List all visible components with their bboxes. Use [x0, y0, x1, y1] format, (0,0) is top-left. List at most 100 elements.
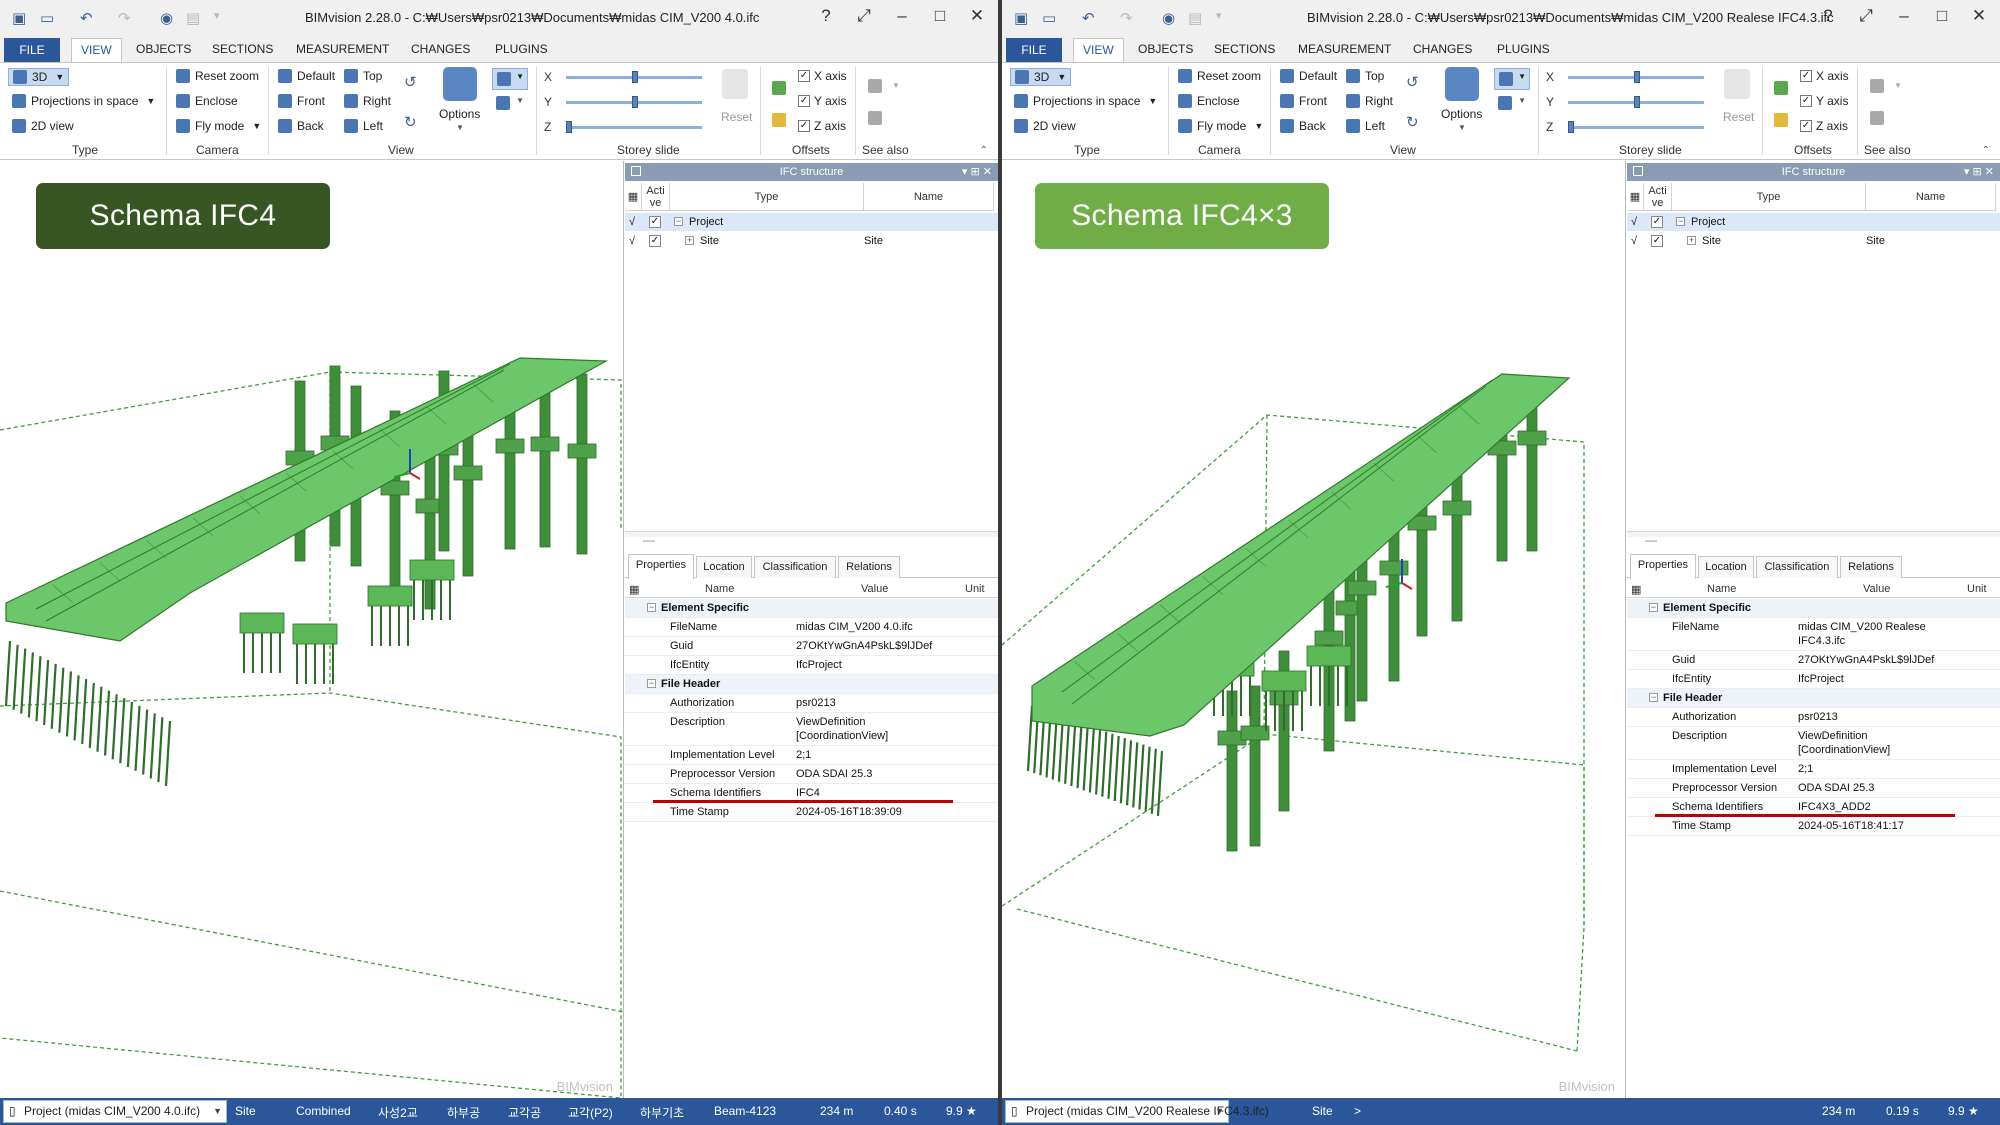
status-item[interactable]: Site	[1312, 1104, 1333, 1118]
customize-icon[interactable]: ▾	[1216, 9, 1222, 22]
y-axis-checkbox[interactable]: ✓ Y axis	[1800, 94, 1848, 108]
active-checkbox[interactable]: ✓	[1651, 235, 1663, 247]
3d-viewport[interactable]: Schema IFC4×3 BIMvision	[1002, 161, 1626, 1098]
enclose-button[interactable]: Enclose	[1178, 94, 1240, 108]
tab-objects[interactable]: OBJECTS	[136, 42, 191, 56]
property-row[interactable]: Guid 27OKtYwGnA4PskL$9lJDef	[625, 637, 998, 656]
x-axis-checkbox[interactable]: ✓ X axis	[798, 69, 847, 83]
default-view-button[interactable]: Default	[278, 69, 335, 83]
collapse-section-icon[interactable]: −	[1649, 603, 1658, 612]
open-icon[interactable]: ▭	[40, 9, 54, 27]
undo-icon[interactable]: ↶	[80, 9, 93, 27]
status-item[interactable]: 0.19 s	[1886, 1104, 1919, 1118]
x-axis-checkbox[interactable]: ✓ X axis	[1800, 69, 1849, 83]
storey-slider-y-thumb[interactable]	[632, 96, 638, 108]
property-section[interactable]: − File Header	[1627, 689, 2000, 708]
tab-location[interactable]: Location	[1698, 556, 1754, 578]
property-row[interactable]: IfcEntity IfcProject	[1627, 670, 2000, 689]
col-type[interactable]: Type	[670, 183, 864, 211]
options-gear-icon[interactable]	[1445, 67, 1479, 101]
visible-tick-icon[interactable]: √	[629, 232, 635, 250]
maximize-icon[interactable]: □	[1931, 6, 1953, 26]
collapse-section-icon[interactable]: −	[1649, 693, 1658, 702]
2d-view-button[interactable]: 2D view	[12, 119, 74, 133]
property-row[interactable]: Implementation Level 2;1	[1627, 760, 2000, 779]
collapse-tree-icon[interactable]: −	[674, 217, 683, 226]
enclose-button[interactable]: Enclose	[176, 94, 238, 108]
front-view-button[interactable]: Front	[1280, 94, 1327, 108]
options-label[interactable]: Options	[1441, 107, 1482, 121]
collapse-section-icon[interactable]: −	[647, 603, 656, 612]
property-row[interactable]: Guid 27OKtYwGnA4PskL$9lJDef	[1627, 651, 2000, 670]
options-gear-icon[interactable]	[443, 67, 477, 101]
z-axis-checkbox[interactable]: ✓ Z axis	[1800, 119, 1848, 133]
customize-icon[interactable]: ▾	[214, 9, 220, 22]
open-icon[interactable]: ▭	[1042, 9, 1056, 27]
property-row[interactable]: FileName midas CIM_V200 4.0.ifc	[625, 618, 998, 637]
left-view-button[interactable]: Left	[344, 119, 383, 133]
visible-tick-icon[interactable]: √	[1631, 213, 1637, 231]
prop-col-name[interactable]: Name	[1707, 583, 1736, 595]
map-button[interactable]: ▼	[496, 93, 526, 113]
storey-slider-x-thumb[interactable]	[632, 71, 638, 83]
tab-properties[interactable]: Properties	[1630, 554, 1696, 579]
print-icon[interactable]: ▤	[1188, 9, 1202, 27]
tab-plugins[interactable]: PLUGINS	[1497, 42, 1550, 56]
left-view-button[interactable]: Left	[1346, 119, 1385, 133]
back-view-button[interactable]: Back	[1280, 119, 1326, 133]
panel-controls-icon[interactable]: ▾ ⊞ ✕	[1964, 163, 1994, 181]
project-selector[interactable]: ▯ Project (midas CIM_V200 4.0.ifc) ▼	[3, 1100, 227, 1123]
tree-options-icon[interactable]: ▦	[1627, 183, 1644, 211]
right-view-button[interactable]: Right	[344, 94, 391, 108]
panel-splitter[interactable]	[625, 531, 998, 537]
status-item[interactable]: 9.9 ★	[946, 1104, 977, 1118]
render-mode-button[interactable]: ▼	[492, 68, 528, 90]
tab-classification[interactable]: Classification	[1756, 556, 1838, 578]
prop-options-icon[interactable]: ▦	[1631, 583, 1641, 596]
col-active[interactable]: Acti ve	[642, 183, 670, 211]
status-item[interactable]: 교각(P2)	[568, 1104, 613, 1121]
fly-mode-button[interactable]: Fly mode ▼	[176, 119, 261, 133]
tab-location[interactable]: Location	[696, 556, 752, 578]
prop-col-value[interactable]: Value	[1863, 583, 1890, 595]
rotate-ccw-icon[interactable]: ↺	[1406, 73, 1419, 91]
active-checkbox[interactable]: ✓	[1651, 216, 1663, 228]
print-icon[interactable]: ▤	[186, 9, 200, 27]
rotate-cw-icon[interactable]: ↻	[404, 113, 417, 131]
property-row[interactable]: Authorization psr0213	[625, 694, 998, 713]
redo-icon[interactable]: ↷	[118, 9, 131, 27]
options-label[interactable]: Options	[439, 107, 480, 121]
property-row[interactable]: Preprocessor Version ODA SDAI 25.3	[1627, 779, 2000, 798]
property-row[interactable]: Authorization psr0213	[1627, 708, 2000, 727]
property-section[interactable]: − Element Specific	[1627, 599, 2000, 618]
fullscreen-icon[interactable]: ⤢	[853, 6, 875, 26]
status-item[interactable]: 교각공	[508, 1104, 541, 1121]
tab-relations[interactable]: Relations	[1840, 556, 1902, 578]
property-row[interactable]: Preprocessor Version ODA SDAI 25.3	[625, 765, 998, 784]
bridge-model[interactable]	[1002, 161, 1626, 1098]
tab-objects[interactable]: OBJECTS	[1138, 42, 1193, 56]
collapse-ribbon-icon[interactable]: ⌃	[980, 145, 988, 156]
prop-col-unit[interactable]: Unit	[965, 583, 985, 595]
property-section[interactable]: − Element Specific	[625, 599, 998, 618]
panel-controls-icon[interactable]: ▾ ⊞ ✕	[962, 163, 992, 181]
status-item[interactable]: 하부기초	[640, 1104, 684, 1121]
collapse-section-icon[interactable]: −	[647, 679, 656, 688]
col-type[interactable]: Type	[1672, 183, 1866, 211]
storey-slider-y-thumb[interactable]	[1634, 96, 1640, 108]
status-item[interactable]: Site	[235, 1104, 256, 1118]
status-item[interactable]: 0.40 s	[884, 1104, 917, 1118]
tab-sections[interactable]: SECTIONS	[212, 42, 273, 56]
tab-measurement[interactable]: MEASUREMENT	[1298, 42, 1391, 56]
link-icon[interactable]	[1870, 111, 1884, 125]
reset-brush-icon[interactable]	[1724, 69, 1750, 99]
active-checkbox[interactable]: ✓	[649, 216, 661, 228]
tab-file[interactable]: FILE	[4, 38, 60, 62]
3d-button[interactable]: 3D ▼	[8, 68, 70, 86]
top-view-button[interactable]: Top	[1346, 69, 1384, 83]
tab-file[interactable]: FILE	[1006, 38, 1062, 62]
tab-properties[interactable]: Properties	[628, 554, 694, 579]
3d-viewport[interactable]: Schema IFC4 BIMvision	[0, 161, 624, 1098]
tab-view[interactable]: VIEW	[1073, 38, 1124, 63]
offset-objects-icon[interactable]	[1774, 81, 1788, 95]
